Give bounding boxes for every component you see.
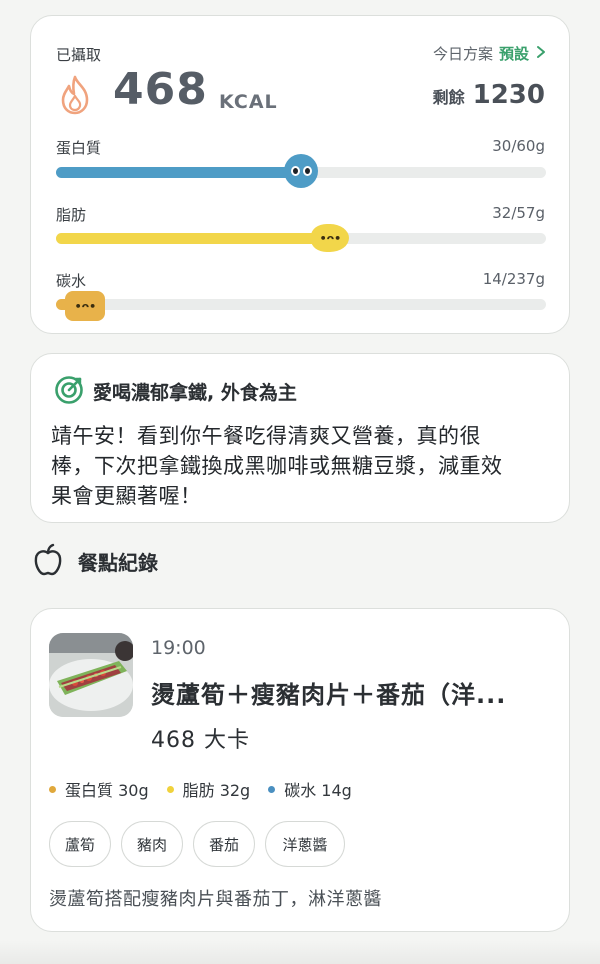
ingredient-tag[interactable]: 豬肉: [121, 821, 183, 867]
flame-icon: [57, 74, 93, 116]
ingredient-tag[interactable]: 洋蔥醬: [265, 821, 345, 867]
message-body: 靖午安！看到你午餐吃得清爽又營養，真的很 棒，下次把拿鐵換成黑咖啡或無糖豆漿，減…: [51, 421, 556, 511]
meal-macros: 蛋白質 30g 脂肪 32g 碳水 14g: [49, 777, 352, 801]
protein-value: 30/60g: [492, 137, 545, 155]
remaining-kcal: 剩餘 1230: [433, 80, 545, 110]
meal-photo: [49, 633, 133, 717]
chevron-right-icon: [535, 44, 547, 63]
intake-kcal-value: 468: [113, 64, 208, 115]
fat-progress-bar: [56, 233, 546, 244]
nutrition-summary-card: 已攝取 468 KCAL 今日方案 預設 剩餘 1230 蛋白質 30/60g …: [30, 15, 570, 334]
message-title: 愛喝濃郁拿鐵, 外食為主: [93, 382, 297, 404]
meal-macro-protein: 蛋白質 30g: [49, 777, 149, 801]
ingredient-tag[interactable]: 番茄: [193, 821, 255, 867]
meal-description: 燙蘆筍搭配瘦豬肉片與番茄丁，淋洋蔥醬: [49, 889, 382, 910]
carb-value: 14/237g: [482, 270, 545, 288]
carb-label: 碳水: [56, 272, 87, 290]
intake-label: 已攝取: [56, 46, 102, 64]
protein-label: 蛋白質: [56, 139, 102, 157]
apple-icon: [32, 543, 64, 581]
plan-value: 預設: [498, 45, 529, 63]
carb-progress-bar: [56, 299, 546, 310]
coach-message-card: 愛喝濃郁拿鐵, 外食為主 靖午安！看到你午餐吃得清爽又營養，真的很 棒，下次把拿…: [30, 353, 570, 523]
protein-mascot-icon: [284, 154, 318, 188]
meal-time: 19:00: [151, 637, 206, 659]
fat-mascot-icon: •ᴖ•: [311, 224, 350, 252]
protein-progress-fill: [56, 167, 301, 178]
meal-name: 燙蘆筍＋瘦豬肉片＋番茄（洋...: [151, 681, 507, 709]
fat-dot-icon: [166, 785, 174, 793]
section-title: 餐點紀錄: [78, 551, 158, 575]
meal-macro-fat: 脂肪 32g: [166, 777, 250, 801]
meal-macro-carb: 碳水 14g: [268, 777, 352, 801]
message-line: 靖午安！看到你午餐吃得清爽又營養，真的很: [51, 424, 481, 448]
meal-record-card[interactable]: 19:00 燙蘆筍＋瘦豬肉片＋番茄（洋... 468 大卡 蛋白質 30g 脂肪…: [30, 608, 570, 932]
meal-kcal: 468 大卡: [151, 728, 250, 753]
bottom-fade: [0, 940, 600, 964]
fat-value: 32/57g: [492, 204, 545, 222]
ingredient-tag[interactable]: 蘆筍: [49, 821, 111, 867]
target-icon: [53, 374, 85, 410]
message-line: 果會更顯著喔！: [51, 484, 202, 508]
remaining-value: 1230: [472, 80, 545, 110]
protein-dot-icon: [49, 785, 56, 793]
carb-mascot-icon: •ᴖ•: [65, 291, 106, 321]
message-line: 棒，下次把拿鐵換成黑咖啡或無糖豆漿，減重效: [51, 454, 503, 478]
carb-dot-icon: [268, 785, 276, 793]
intake-kcal-unit: KCAL: [219, 91, 278, 113]
fat-progress-fill: [56, 233, 331, 244]
plan-selector[interactable]: 今日方案 預設: [433, 43, 547, 64]
remaining-label: 剩餘: [432, 88, 465, 107]
plan-label: 今日方案: [432, 45, 493, 63]
fat-label: 脂肪: [56, 206, 87, 224]
